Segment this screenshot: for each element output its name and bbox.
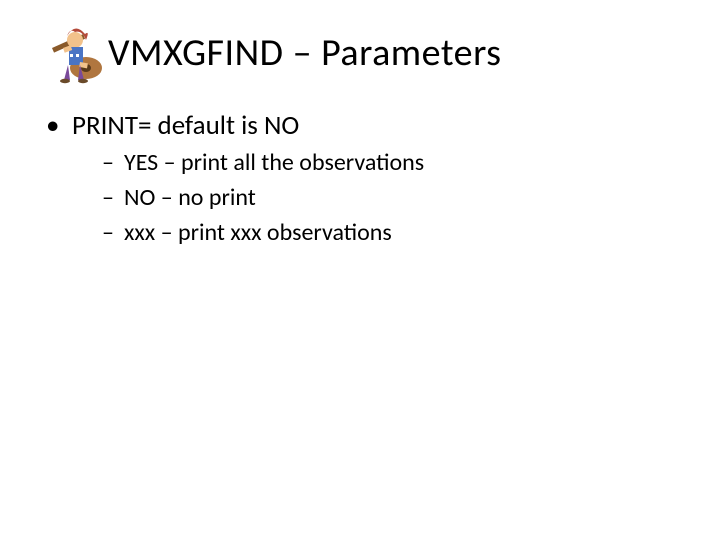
bullet-level2-text: NO – no print [124, 183, 256, 212]
cartoon-guitar-player-icon [40, 24, 110, 84]
title-row: VMXGFIND – Parameters [40, 24, 680, 84]
bullet-level2-text: xxx – print xxx observations [124, 218, 392, 247]
bullet-level2-item: xxx – print xxx observations [102, 216, 680, 251]
bullet-level2-item: YES – print all the observations [102, 146, 680, 181]
slide-title: VMXGFIND – Parameters [108, 33, 502, 75]
bullet-level2-item: NO – no print [102, 181, 680, 216]
bullet-level1-text: PRINT= default is NO [72, 109, 299, 142]
bullet-list-level1: PRINT= default is NO YES – print all the… [40, 108, 680, 251]
bullet-level1-item: PRINT= default is NO YES – print all the… [46, 108, 680, 251]
bullet-list-level2: YES – print all the observations NO – no… [72, 146, 680, 250]
slide: VMXGFIND – Parameters PRINT= default is … [0, 0, 720, 540]
bullet-level2-text: YES – print all the observations [124, 148, 424, 177]
